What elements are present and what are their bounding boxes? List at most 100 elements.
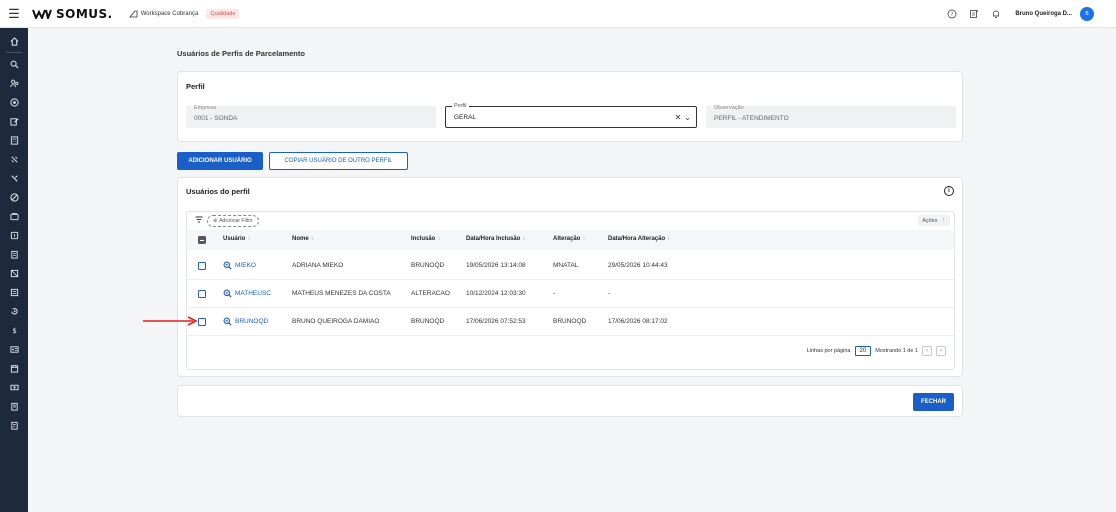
more-vertical-icon: ⋮ <box>940 217 947 224</box>
close-button[interactable]: FECHAR <box>913 393 954 411</box>
bell-icon[interactable] <box>985 3 1007 25</box>
tools-icon[interactable] <box>0 169 28 188</box>
column-data-alteracao[interactable]: Data/Hora Alteração ↕ <box>608 236 670 242</box>
perfil-select[interactable]: Perfil GERAL ✕ ⌄ <box>445 103 697 128</box>
notes-icon[interactable] <box>963 3 985 25</box>
user-name[interactable]: Bruno Queiroga D... <box>1015 11 1072 17</box>
clear-icon[interactable]: ✕ <box>675 113 682 122</box>
actions-label: Ações <box>922 217 938 224</box>
pagination: Linhas por página 20 Mostrando 1 de 1 ‹ … <box>807 346 946 356</box>
alteracao-cell: MNATAL <box>553 262 579 269</box>
data-alteracao-cell: - <box>608 290 611 297</box>
usuario-link[interactable]: MATHEUSC <box>223 289 271 298</box>
add-filter-button[interactable]: ⊕ Adicionar Filtro <box>207 215 259 227</box>
row-checkbox[interactable] <box>198 318 206 326</box>
image-off-icon[interactable] <box>0 264 28 283</box>
annotation-arrow-icon <box>143 316 198 326</box>
svg-text:?: ? <box>951 12 954 18</box>
svg-text:$: $ <box>12 326 17 335</box>
clipboard-icon[interactable] <box>0 245 28 264</box>
sidebar: $ <box>0 28 28 512</box>
nome-cell: BRUNO QUEIROGA DAMIAO <box>292 318 380 325</box>
chevron-right-icon[interactable]: › <box>936 346 946 356</box>
copy-user-button[interactable]: COPIAR USUÁRIO DE OUTRO PERFIL <box>269 152 408 170</box>
users-card-title: Usuários do perfil <box>186 187 250 196</box>
brand-logo[interactable]: SOMUS. <box>32 7 113 21</box>
empresa-field: Empresa 0001 - SONDA <box>186 105 436 128</box>
calendar-icon[interactable] <box>0 359 28 378</box>
document-icon[interactable] <box>0 397 28 416</box>
zoom-icon <box>223 289 232 298</box>
cancel-circle-icon[interactable] <box>0 188 28 207</box>
observacao-label: Observação <box>714 105 744 111</box>
info-icon[interactable]: i <box>944 186 954 196</box>
edit-icon[interactable] <box>0 112 28 131</box>
users-grid: ⊕ Adicionar Filtro Ações ⋮ Usuário ↕ Nome… <box>186 211 955 370</box>
table-row: MIEKO ADRIANA MIEKO BRUNOQD 19/05/2026 1… <box>187 252 954 280</box>
grid-toolbar: ⊕ Adicionar Filtro Ações ⋮ <box>187 212 954 230</box>
usuario-link[interactable]: BRUNOQD <box>223 317 268 326</box>
column-alteracao[interactable]: Alteração ↕ <box>553 236 585 242</box>
sidebar-divider <box>6 52 22 53</box>
perfil-label: Perfil <box>452 103 469 109</box>
add-circle-icon: ⊕ <box>213 218 218 224</box>
home-icon[interactable] <box>0 32 28 51</box>
row-checkbox[interactable] <box>198 290 206 298</box>
actions-menu[interactable]: Ações ⋮ <box>918 215 950 226</box>
brand-name: SOMUS. <box>56 6 113 21</box>
data-inclusao-cell: 10/12/2024 12:03:30 <box>466 290 526 297</box>
search-icon[interactable] <box>0 55 28 74</box>
target-icon[interactable] <box>0 93 28 112</box>
workspace-name: Workspace Cobrança <box>140 10 199 17</box>
column-nome[interactable]: Nome ↕ <box>292 236 314 242</box>
history-icon[interactable] <box>0 302 28 321</box>
empresa-label: Empresa <box>194 105 217 111</box>
observacao-value: PERFIL - ATENDIMENTO <box>714 115 789 122</box>
usuario-link[interactable]: MIEKO <box>223 261 256 270</box>
environment-badge: Qualidade <box>206 8 240 19</box>
chevron-left-icon[interactable]: ‹ <box>922 346 932 356</box>
calculator-icon[interactable] <box>0 131 28 150</box>
avatar[interactable]: B <box>1080 6 1094 21</box>
perfil-card-title: Perfil <box>186 82 205 91</box>
inclusao-cell: BRUNOQD <box>411 318 445 325</box>
data-alteracao-cell: 17/06/2026 08:17:02 <box>608 318 668 325</box>
empresa-value: 0001 - SONDA <box>194 115 238 122</box>
perfil-value: GERAL <box>454 114 477 121</box>
chevron-down-icon[interactable]: ⌄ <box>684 113 691 122</box>
data-inclusao-cell: 17/06/2026 07:52:53 <box>466 318 526 325</box>
column-data-inclusao[interactable]: Data/Hora Inclusão ↕ <box>466 236 525 242</box>
nome-cell: ADRIANA MIEKO <box>292 262 344 269</box>
column-usuario[interactable]: Usuário ↕ <box>223 236 250 242</box>
users-icon[interactable] <box>0 74 28 93</box>
card-icon[interactable] <box>0 226 28 245</box>
report-icon[interactable] <box>0 416 28 435</box>
table-row: BRUNOQD BRUNO QUEIROGA DAMIAO BRUNOQD 17… <box>187 308 954 336</box>
top-bar: ☰ SOMUS. Workspace Cobrança Qualidade ? … <box>0 0 1116 28</box>
rows-per-page-label: Linhas por página <box>806 348 851 354</box>
data-alteracao-cell: 29/05/2026 10:44:43 <box>608 262 668 269</box>
list-icon[interactable] <box>0 283 28 302</box>
id-card-icon[interactable] <box>0 340 28 359</box>
workspace-icon <box>128 10 138 17</box>
select-all-checkbox[interactable] <box>198 236 206 244</box>
inclusao-cell: ALTERACAO <box>411 290 450 297</box>
menu-icon[interactable]: ☰ <box>0 0 28 28</box>
dollar-icon[interactable]: $ <box>0 321 28 340</box>
add-user-button[interactable]: ADICIONAR USUÁRIO <box>177 152 263 170</box>
wallet-icon[interactable] <box>0 207 28 226</box>
row-checkbox[interactable] <box>198 262 206 270</box>
rows-per-page-select[interactable]: 20 <box>854 346 872 356</box>
money-icon[interactable] <box>0 378 28 397</box>
table-header: Usuário ↕ Nome ↕ Inclusão ↕ Data/Hora Inclu… <box>187 230 954 250</box>
somus-logo-icon <box>32 9 52 19</box>
add-filter-label: Adicionar Filtro <box>219 218 253 224</box>
filter-icon[interactable] <box>195 216 203 225</box>
inclusao-cell: BRUNOQD <box>411 262 445 269</box>
workspace-selector[interactable]: Workspace Cobrança <box>128 10 199 18</box>
page-title: Usuários de Perfis de Parcelamento <box>177 49 305 58</box>
help-icon[interactable]: ? <box>941 3 963 25</box>
block-icon[interactable] <box>0 150 28 169</box>
column-inclusao[interactable]: Inclusão ↕ <box>411 236 440 242</box>
alteracao-cell: BRUNOQD <box>553 318 587 325</box>
